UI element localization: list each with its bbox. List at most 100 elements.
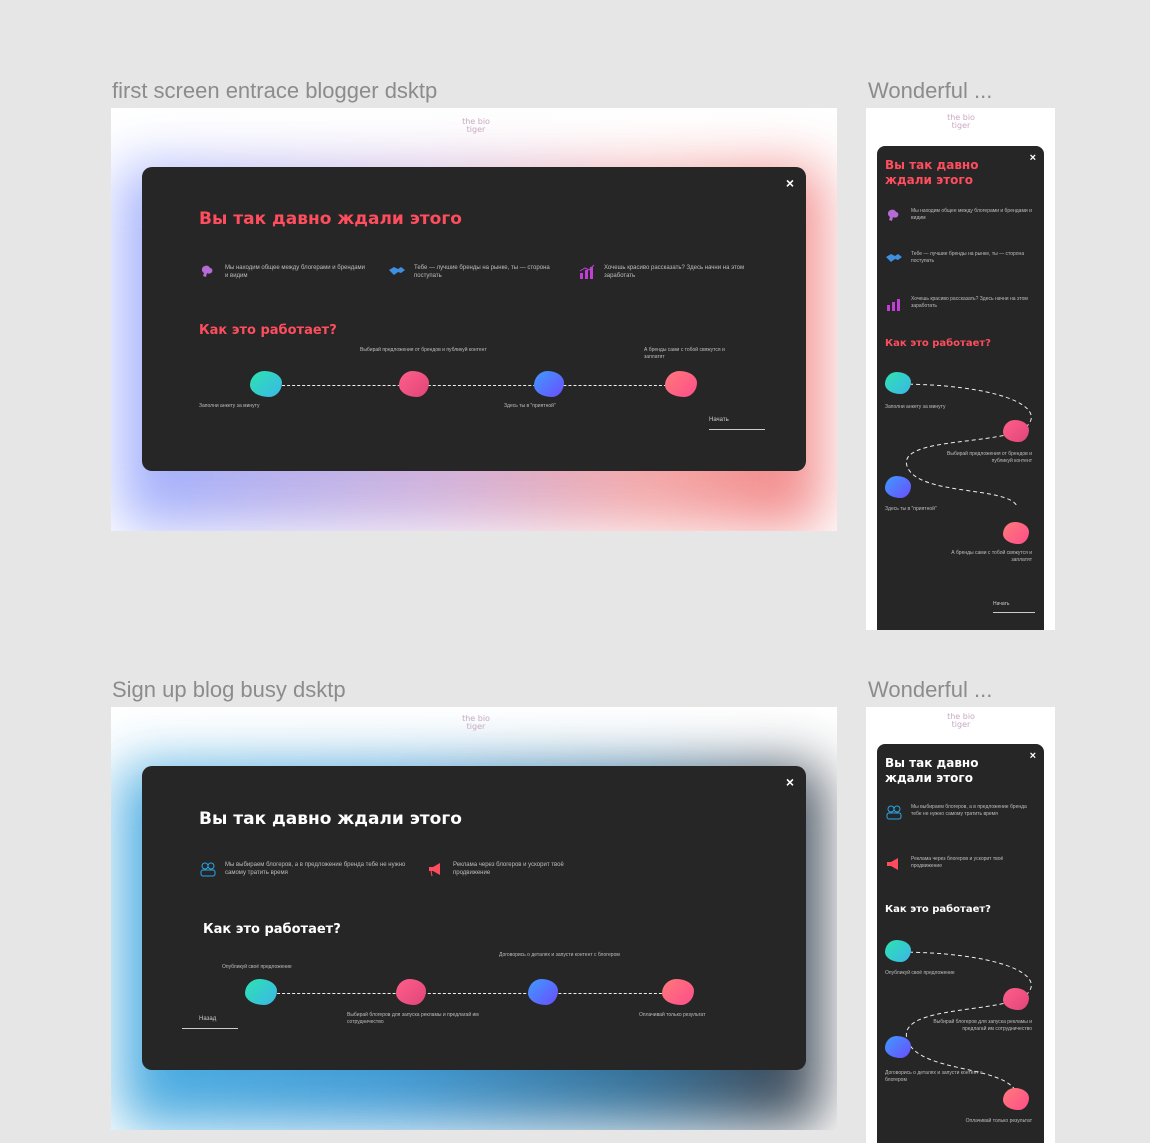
brain-icon bbox=[201, 265, 213, 277]
feature-text: Мы выбираем блогеров, а в предложение бр… bbox=[225, 862, 406, 876]
feature-item: Реклама через блогеров и ускорит твоё пр… bbox=[885, 856, 1035, 872]
how-it-works-heading: Как это работает? bbox=[199, 323, 337, 338]
step-4-blob bbox=[665, 371, 697, 397]
frame-label-mobile-top[interactable]: Wonderful ... bbox=[868, 78, 992, 104]
modal-title: Вы так давно ждали этого bbox=[199, 809, 462, 829]
feature-item: Тебе — лучшие бренды на рынке, ты — стор… bbox=[885, 251, 1035, 267]
back-link[interactable]: Назад bbox=[199, 1016, 216, 1022]
feature-text: Хочешь красиво рассказать? Здесь начни н… bbox=[604, 265, 745, 279]
frame-label-mobile-bottom[interactable]: Wonderful ... bbox=[868, 677, 992, 703]
step-4-text: А бренды сами с тобой свяжутся и заплатя… bbox=[951, 550, 1032, 563]
brand-logo: the bio tiger bbox=[936, 114, 986, 130]
step-1-text: Опубликуй своё предложение bbox=[885, 970, 955, 976]
megaphone-icon bbox=[429, 863, 440, 877]
step-1-text: Заполни анкету за минуту bbox=[885, 404, 946, 410]
step-4-blob bbox=[662, 979, 694, 1005]
step-3-text: Здесь ты в "приятной" bbox=[885, 506, 937, 512]
feature-text: Мы находим общее между блогерами и бренд… bbox=[911, 208, 1032, 221]
feature-text: Реклама через блогеров и ускорит твоё пр… bbox=[911, 856, 1004, 869]
step-1-blob bbox=[885, 940, 911, 962]
frame-first-screen-desktop: the bio tiger × Вы так давно ждали этого… bbox=[111, 108, 837, 531]
step-1-text: Опубликуй своё предложение bbox=[222, 964, 292, 970]
brain-icon bbox=[887, 209, 899, 221]
step-2-text: Выбирай блогеров для запуска рекламы и п… bbox=[347, 1012, 479, 1025]
step-2-blob bbox=[399, 371, 429, 397]
people-icon bbox=[886, 805, 902, 820]
steps-connector bbox=[267, 385, 687, 386]
step-2-text: Выбирай блогеров для запуска рекламы и п… bbox=[933, 1019, 1032, 1032]
frame-label-first-screen[interactable]: first screen entrace blogger dsktp bbox=[112, 78, 437, 104]
brand-logo: the bio tiger bbox=[936, 713, 986, 729]
step-3-blob bbox=[885, 476, 911, 498]
feature-text: Хочешь красиво рассказать? Здесь начни н… bbox=[911, 296, 1028, 309]
modal-title: Вы так давно ждали этого bbox=[885, 158, 979, 187]
step-3-blob bbox=[534, 371, 564, 397]
step-1-text: Заполни анкету за минуту bbox=[199, 403, 260, 409]
step-4-text: Оплачивай только результат bbox=[639, 1012, 706, 1018]
chart-growth-icon bbox=[579, 264, 595, 279]
modal-title: Вы так давно ждали этого bbox=[199, 209, 462, 229]
step-1-blob bbox=[885, 372, 911, 394]
step-4-blob bbox=[1003, 1088, 1029, 1110]
arrow-right-icon[interactable] bbox=[993, 612, 1035, 613]
how-it-works-heading: Как это работает? bbox=[885, 338, 991, 349]
step-4-text: Оплачивай только результат bbox=[965, 1118, 1032, 1124]
feature-text: Тебе — лучшие бренды на рынке, ты — стор… bbox=[414, 265, 550, 279]
modal-dialog-mobile: × Вы так давно ждали этого Мы выбираем б… bbox=[877, 744, 1044, 1143]
frame-mobile-bottom: the bio tiger × Вы так давно ждали этого… bbox=[866, 707, 1055, 1143]
handshake-icon bbox=[886, 254, 902, 262]
feature-item: Хочешь красиво рассказать? Здесь начни н… bbox=[578, 264, 748, 280]
step-2-blob bbox=[1003, 420, 1029, 442]
handshake-icon bbox=[389, 267, 405, 275]
feature-item: Мы выбираем блогеров, а в предложение бр… bbox=[199, 861, 409, 877]
feature-item: Реклама через блогеров и ускорит твоё пр… bbox=[427, 861, 597, 877]
steps-connector bbox=[262, 993, 682, 994]
step-3-text: Договорись о деталях и запусти контент с… bbox=[885, 1070, 983, 1083]
modal-title: Вы так давно ждали этого bbox=[885, 756, 979, 785]
step-3-blob bbox=[885, 1036, 911, 1058]
how-it-works-heading: Как это работает? bbox=[203, 922, 341, 937]
feature-text: Мы выбираем блогеров, а в предложение бр… bbox=[911, 804, 1027, 817]
logo-line2: tiger bbox=[466, 125, 486, 134]
step-4-blob bbox=[1003, 522, 1029, 544]
step-1-blob bbox=[245, 979, 277, 1005]
how-it-works-heading: Как это работает? bbox=[885, 904, 991, 915]
frame-mobile-top: the bio tiger × Вы так давно ждали этого… bbox=[866, 108, 1055, 630]
close-icon[interactable]: × bbox=[786, 175, 794, 191]
logo-line2: tiger bbox=[951, 121, 971, 130]
step-3-text: Договорись о деталях и запусти контент с… bbox=[499, 952, 620, 958]
step-2-blob bbox=[396, 979, 426, 1005]
modal-dialog: × Вы так давно ждали этого Мы находим об… bbox=[142, 167, 806, 471]
feature-item: Мы находим общее между блогерами и бренд… bbox=[885, 208, 1035, 224]
modal-dialog-mobile: × Вы так давно ждали этого Мы находим об… bbox=[877, 146, 1044, 630]
step-2-text: Выбирай предложения от брендов и публику… bbox=[360, 347, 487, 353]
step-3-text: Здесь ты в "приятной" bbox=[504, 403, 556, 409]
step-2-blob bbox=[1003, 988, 1029, 1010]
people-icon bbox=[200, 862, 216, 877]
step-4-text: А бренды сами с тобой свяжутся и заплатя… bbox=[644, 347, 725, 360]
step-2-text: Выбирай предложения от брендов и публику… bbox=[947, 451, 1032, 464]
brand-logo: the bio tiger bbox=[451, 118, 501, 134]
close-icon[interactable]: × bbox=[1030, 152, 1036, 164]
next-link[interactable]: Начать bbox=[993, 601, 1009, 607]
logo-line2: tiger bbox=[466, 722, 486, 731]
feature-item: Мы находим общее между блогерами и бренд… bbox=[199, 264, 369, 280]
arrow-left-icon[interactable] bbox=[182, 1028, 238, 1029]
brand-logo: the bio tiger bbox=[451, 715, 501, 731]
feature-text: Реклама через блогеров и ускорит твоё пр… bbox=[453, 862, 564, 876]
arrow-right-icon[interactable] bbox=[709, 429, 765, 430]
frame-label-sign-up[interactable]: Sign up blog busy dsktp bbox=[112, 677, 346, 703]
feature-text: Тебе — лучшие бренды на рынке, ты — стор… bbox=[911, 251, 1025, 264]
steps-path bbox=[894, 383, 1032, 507]
feature-item: Мы выбираем блогеров, а в предложение бр… bbox=[885, 804, 1035, 820]
close-icon[interactable]: × bbox=[1030, 750, 1036, 762]
chart-growth-icon bbox=[887, 299, 900, 311]
close-icon[interactable]: × bbox=[786, 774, 794, 790]
next-link[interactable]: Начать bbox=[709, 417, 729, 423]
megaphone-icon bbox=[887, 858, 898, 870]
feature-item: Хочешь красиво рассказать? Здесь начни н… bbox=[885, 296, 1035, 312]
step-3-blob bbox=[528, 979, 558, 1005]
step-1-blob bbox=[250, 371, 282, 397]
feature-item: Тебе — лучшие бренды на рынке, ты — стор… bbox=[388, 264, 563, 280]
modal-dialog: × Вы так давно ждали этого Мы выбираем б… bbox=[142, 766, 806, 1070]
